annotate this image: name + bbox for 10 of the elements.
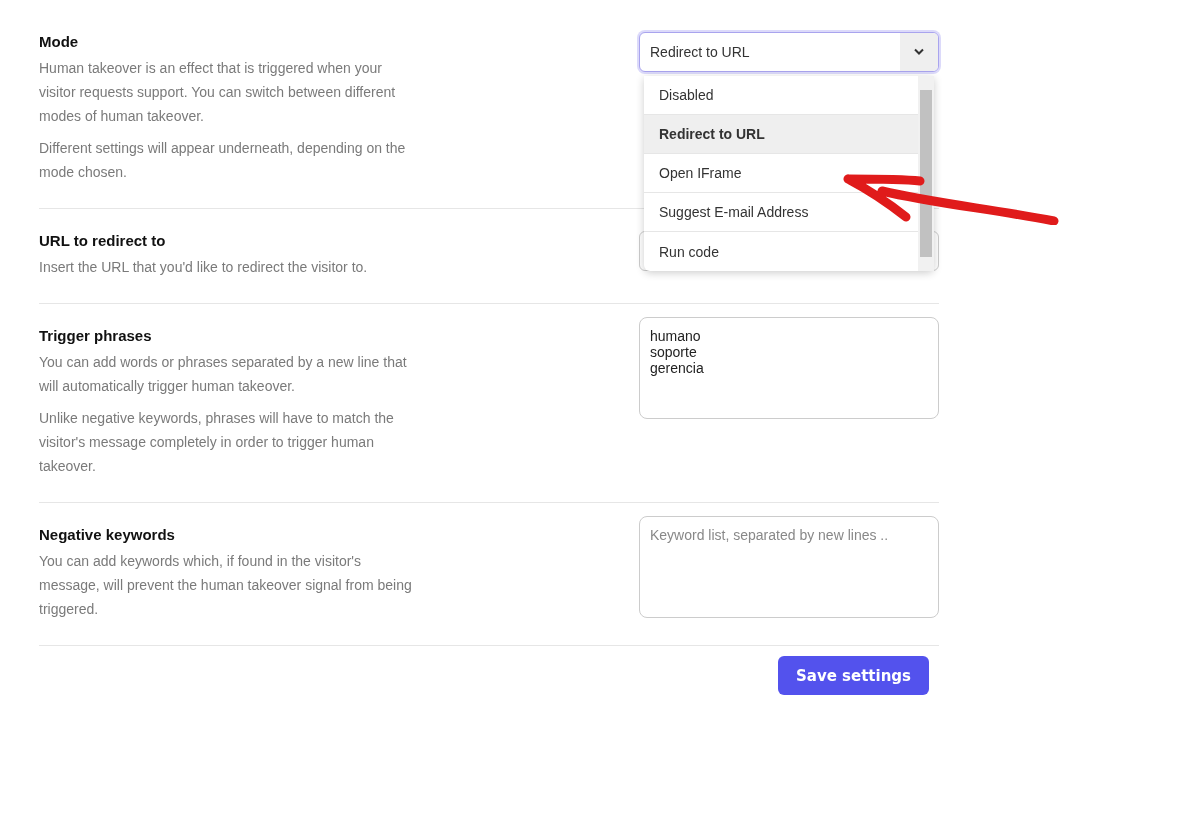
section-description: Different settings will appear underneath, depending on the mode chosen. — [39, 139, 407, 182]
section-title: Negative keywords — [39, 525, 176, 545]
section-description: Insert the URL that you'd like to redirect the visitor to. — [39, 258, 369, 277]
section-description: You can add words or phrases separated by a new line that will automatically trigger human takeover. — [39, 353, 408, 396]
section-description: Unlike negative keywords, phrases will have to match the visitor's message completely in order to trigger human takeover. — [39, 409, 395, 476]
section-description: Human takeover is an effect that is triggered when your visitor requests support. You can switch between different modes of human takeover. — [39, 59, 397, 126]
section-title: URL to redirect to — [39, 231, 167, 251]
section-title: Trigger phrases — [39, 326, 153, 346]
section-title: Mode — [39, 32, 80, 52]
section-description: You can add keywords which, if found in the visitor's message, will prevent the human takeover signal from being triggered. — [39, 552, 413, 619]
